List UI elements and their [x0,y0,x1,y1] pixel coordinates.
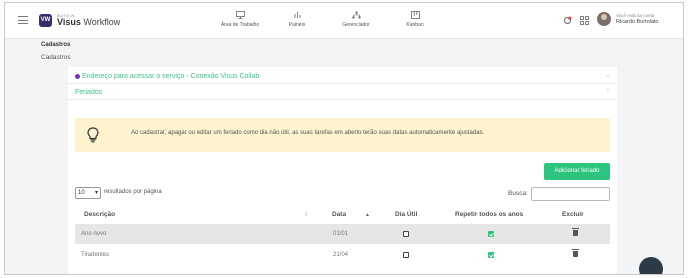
dia-util-checkbox[interactable] [403,231,409,237]
search-input[interactable] [531,187,610,201]
accordion-title-text: Endereço para acessar o serviço - Conexã… [82,73,260,80]
nav-gerenciador[interactable]: Gerenciador [331,11,381,28]
brand-name-bold: Visus [57,17,81,27]
accordion-endereco[interactable]: Endereço para acessar o serviço - Conexã… [68,69,617,84]
column-header-repetir[interactable]: Repetir todos os anos [455,211,523,218]
repetir-checkbox[interactable] [488,231,494,237]
chevron-up-icon[interactable]: ⌃ [606,89,610,95]
chat-button[interactable] [639,257,663,274]
add-holiday-button[interactable]: Adicionar feriado [544,163,610,180]
nav-label: Área de Trabalho [220,22,260,28]
chevron-down-icon[interactable]: ⌄ [606,73,610,79]
trash-icon[interactable] [572,228,579,236]
sort-icon: ⇕ [304,212,309,218]
nav-area-de-trabalho[interactable]: Área de Trabalho [215,11,265,28]
avatar[interactable] [597,12,611,26]
search-label: Busca: [508,190,528,197]
app-window: VW BUTO W Visus Workflow Área de Trabalh… [4,2,684,275]
trash-icon[interactable] [572,249,579,257]
monitor-icon [235,11,245,19]
nav-label: Kanban [406,22,424,28]
collab-icon [75,73,80,79]
breadcrumb-title: Cadastros [41,42,71,48]
cell-descricao: Ano novo [81,231,107,237]
table-row: Ano novo 01/01 [75,224,610,244]
nav-kanban[interactable]: Kanban [390,11,440,28]
page-length-label: resultados por página [104,189,162,195]
bar-chart-icon [294,12,300,18]
logo-icon: VW [39,14,52,27]
breadcrumb-link[interactable]: Cadastros [41,54,71,61]
accordion-feriados[interactable]: Feriados ⌃ [68,85,617,100]
cell-descricao: Tiradentes [81,252,110,258]
user-name[interactable]: Ricardo Bortolato [616,19,659,25]
table-row: Tiradentes 21/04 [75,245,610,265]
column-header-dia-util[interactable]: Dia Útil [395,211,417,218]
nav-paineis[interactable]: Painéis [272,11,322,28]
column-header-descricao[interactable]: Descrição [84,211,115,218]
hierarchy-icon [352,11,360,19]
nav-label: Painéis [288,22,306,28]
notification-icon[interactable] [563,16,572,25]
brand-name[interactable]: Visus Workflow [57,17,120,27]
dia-util-checkbox[interactable] [403,252,409,258]
brand-name-rest: Workflow [80,17,121,27]
content-card: Endereço para acessar o serviço - Conexã… [68,67,617,274]
column-header-excluir: Excluir [562,211,584,218]
menu-icon[interactable] [18,16,28,24]
info-alert: Ao cadastrar, apagar ou editar um feriad… [75,118,610,152]
accordion-title: Endereço para acessar o serviço - Conexã… [75,73,259,80]
cell-data: 21/04 [333,252,349,258]
column-header-data[interactable]: Data [332,211,346,218]
sort-asc-icon: ▲ [365,212,370,218]
top-bar: VW BUTO W Visus Workflow Área de Trabalh… [5,3,683,39]
kanban-icon [410,11,420,19]
apps-grid-icon[interactable] [580,16,589,25]
nav-label: Gerenciador [342,22,370,28]
lightbulb-icon [87,127,99,143]
user-account-label: Você está na conta [616,13,655,18]
alert-text: Ao cadastrar, apagar ou editar um feriad… [131,130,485,136]
accordion-title-text: Feriados [75,89,103,96]
cell-data: 01/01 [333,231,349,237]
page-length-select[interactable]: 10 [75,187,101,199]
repetir-checkbox[interactable] [488,252,494,258]
